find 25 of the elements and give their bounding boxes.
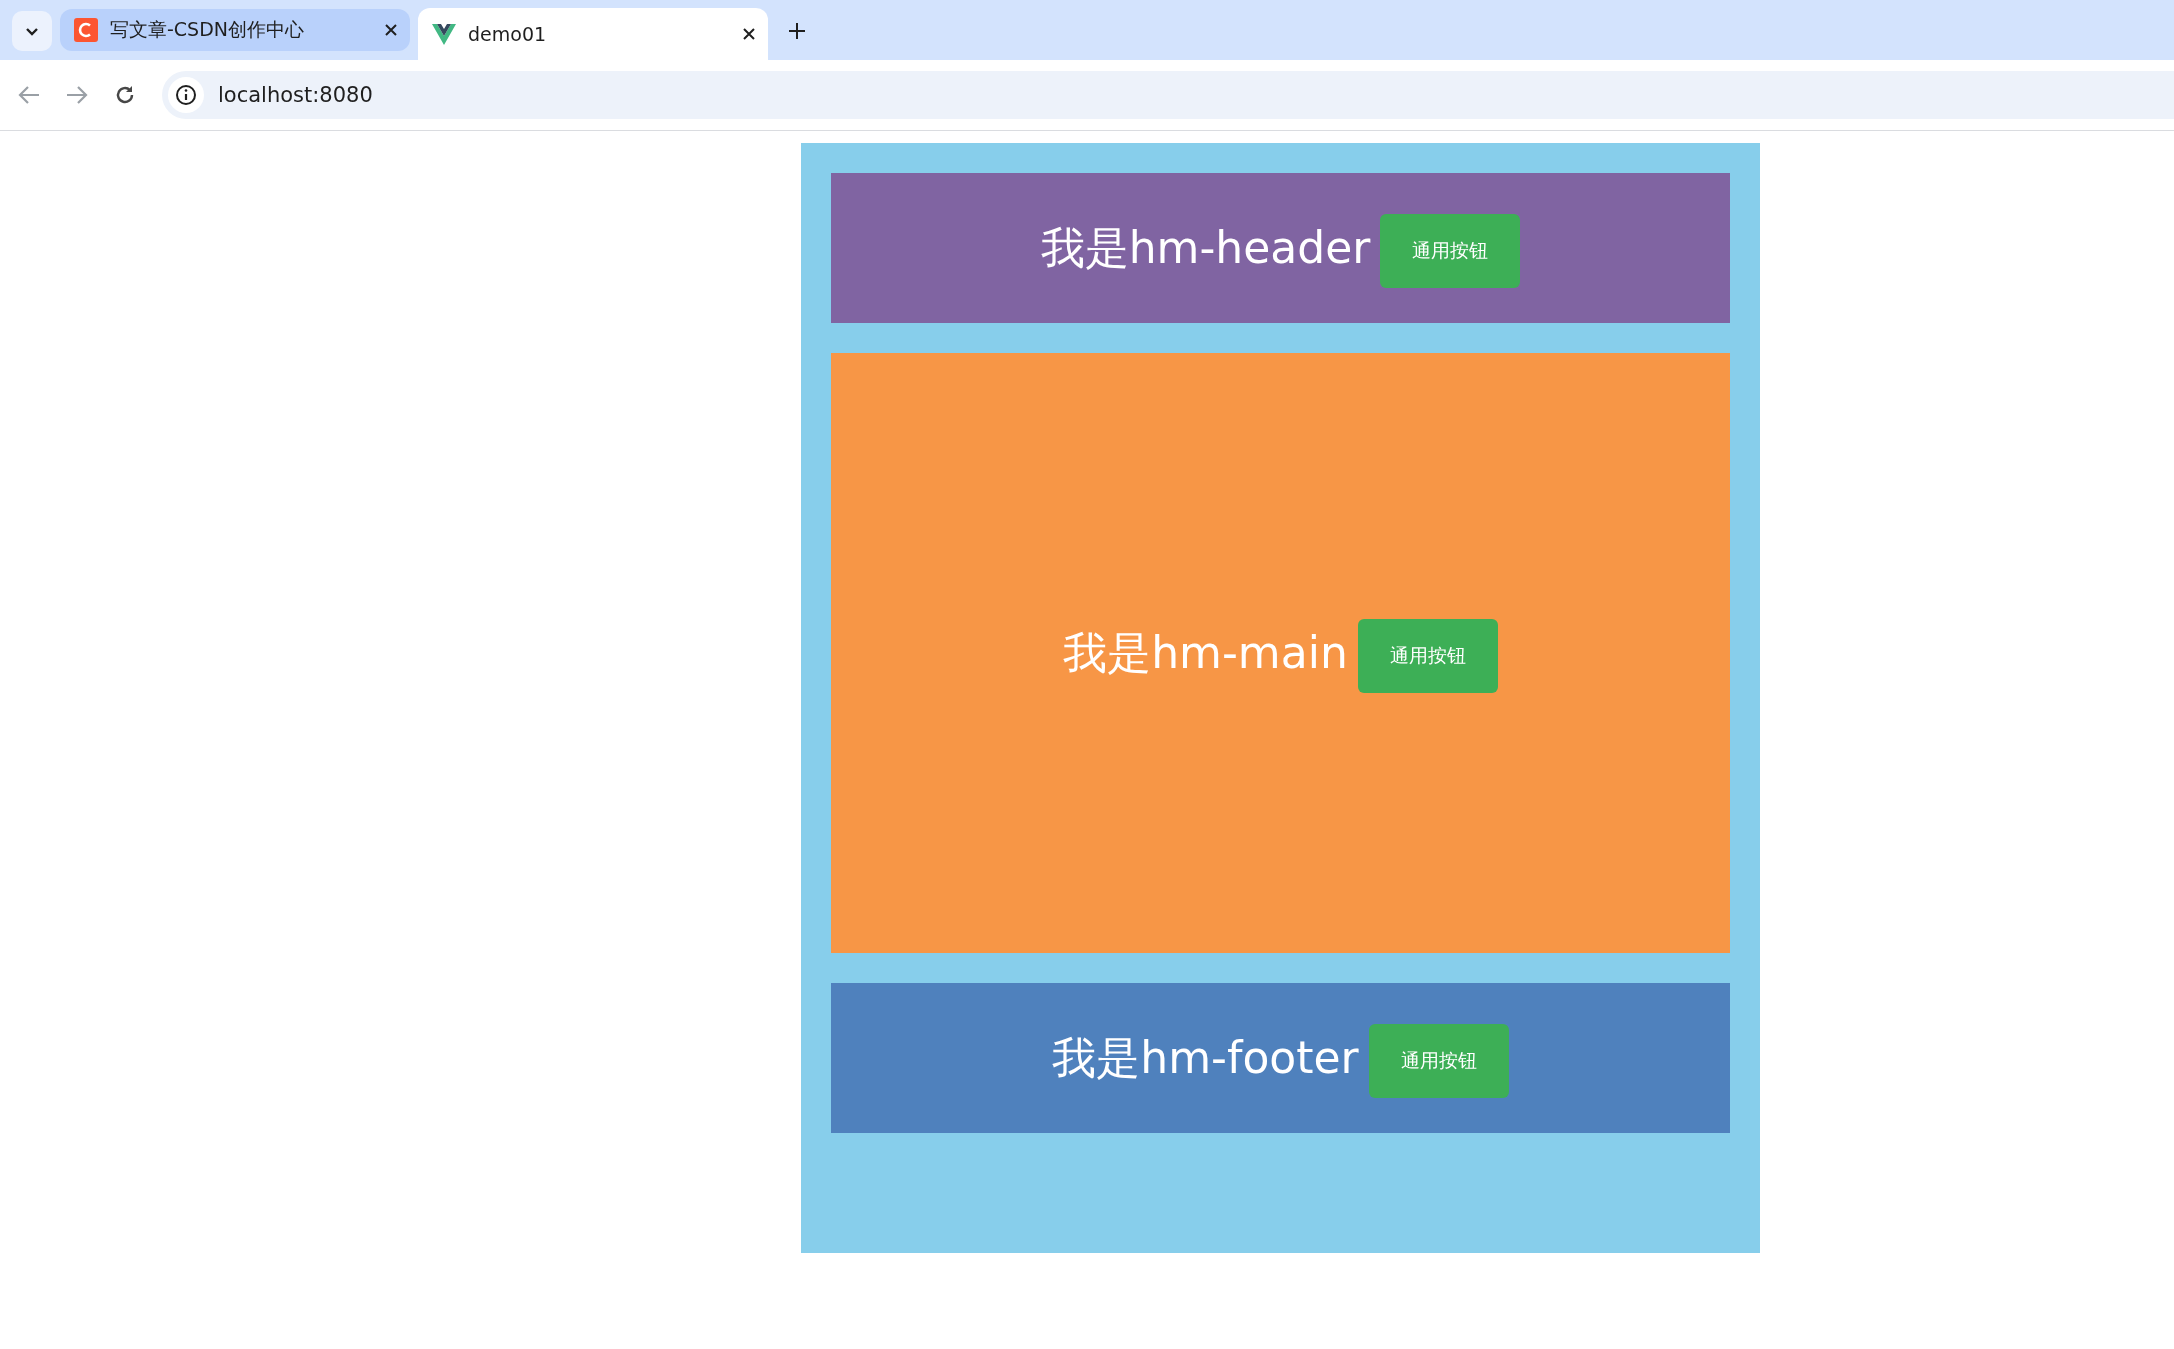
panel-title: 我是hm-header bbox=[1040, 220, 1371, 275]
tab-title: demo01 bbox=[468, 23, 548, 45]
forward-button[interactable] bbox=[66, 85, 88, 105]
v-logo-icon bbox=[432, 23, 456, 45]
close-tab-button[interactable] bbox=[384, 23, 398, 37]
address-bar[interactable]: localhost:8080 bbox=[162, 71, 2174, 119]
url-text: localhost:8080 bbox=[218, 83, 373, 107]
close-icon bbox=[742, 27, 756, 41]
letter-c-logo-icon bbox=[74, 18, 98, 42]
tab-title: 写文章-CSDN创作中心 bbox=[110, 17, 306, 42]
forward-arrow-icon bbox=[66, 85, 88, 105]
info-icon[interactable] bbox=[168, 77, 204, 113]
back-arrow-icon bbox=[18, 85, 40, 105]
browser-tab[interactable]: demo01 bbox=[418, 8, 768, 60]
close-tab-button[interactable] bbox=[742, 27, 756, 41]
panel-title: 我是hm-footer bbox=[1052, 1030, 1359, 1085]
panel-title: 我是hm-main bbox=[1063, 625, 1348, 680]
plus-icon bbox=[788, 22, 806, 40]
close-icon bbox=[384, 23, 398, 37]
reload-icon bbox=[114, 84, 136, 106]
new-tab-button[interactable] bbox=[788, 22, 806, 40]
back-button[interactable] bbox=[18, 85, 40, 105]
browser-tab[interactable]: 写文章-CSDN创作中心 bbox=[60, 9, 410, 51]
reload-button[interactable] bbox=[114, 84, 136, 106]
chevron-down-icon bbox=[25, 26, 39, 36]
